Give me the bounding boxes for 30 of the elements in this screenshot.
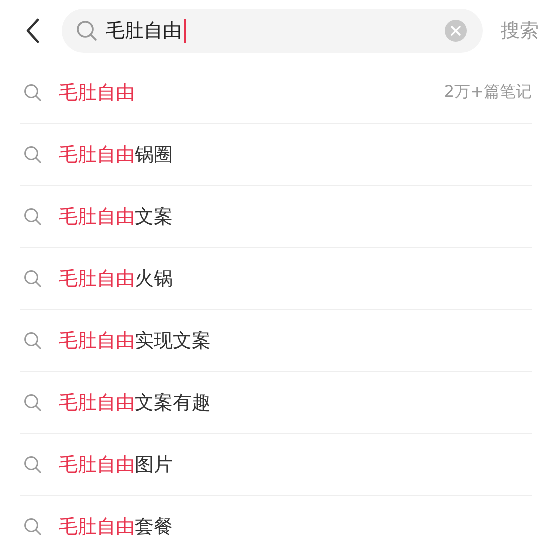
search-icon	[24, 84, 42, 102]
suggestion-text: 毛肚自由	[59, 80, 135, 106]
suggestion-item[interactable]: 毛肚自由套餐	[20, 496, 532, 553]
suggestion-text: 毛肚自由文案有趣	[59, 390, 211, 416]
search-icon	[76, 20, 98, 42]
suggestion-text: 毛肚自由图片	[59, 452, 173, 478]
search-icon	[24, 456, 42, 474]
suggestion-item[interactable]: 毛肚自由火锅	[20, 248, 532, 310]
back-icon[interactable]	[25, 18, 41, 44]
text-cursor	[184, 19, 186, 43]
search-query: 毛肚自由	[106, 19, 182, 44]
suggestion-item[interactable]: 毛肚自由 2万+篇笔记	[20, 62, 532, 124]
suggestion-text: 毛肚自由锅圈	[59, 142, 173, 168]
search-icon	[24, 518, 42, 536]
suggestion-item[interactable]: 毛肚自由实现文案	[20, 310, 532, 372]
suggestion-item[interactable]: 毛肚自由图片	[20, 434, 532, 496]
search-icon	[24, 332, 42, 350]
suggestion-text: 毛肚自由实现文案	[59, 328, 211, 354]
suggestion-text: 毛肚自由文案	[59, 204, 173, 230]
search-icon	[24, 208, 42, 226]
suggestion-text: 毛肚自由火锅	[59, 266, 173, 292]
suggestion-item[interactable]: 毛肚自由文案有趣	[20, 372, 532, 434]
suggestion-item[interactable]: 毛肚自由文案	[20, 186, 532, 248]
suggestion-text: 毛肚自由套餐	[59, 515, 173, 540]
search-icon	[24, 394, 42, 412]
search-field[interactable]: 毛肚自由	[62, 9, 483, 53]
search-icon	[24, 270, 42, 288]
search-icon	[24, 146, 42, 164]
suggestion-item[interactable]: 毛肚自由锅圈	[20, 124, 532, 186]
note-count: 2万+篇笔记	[444, 82, 532, 103]
